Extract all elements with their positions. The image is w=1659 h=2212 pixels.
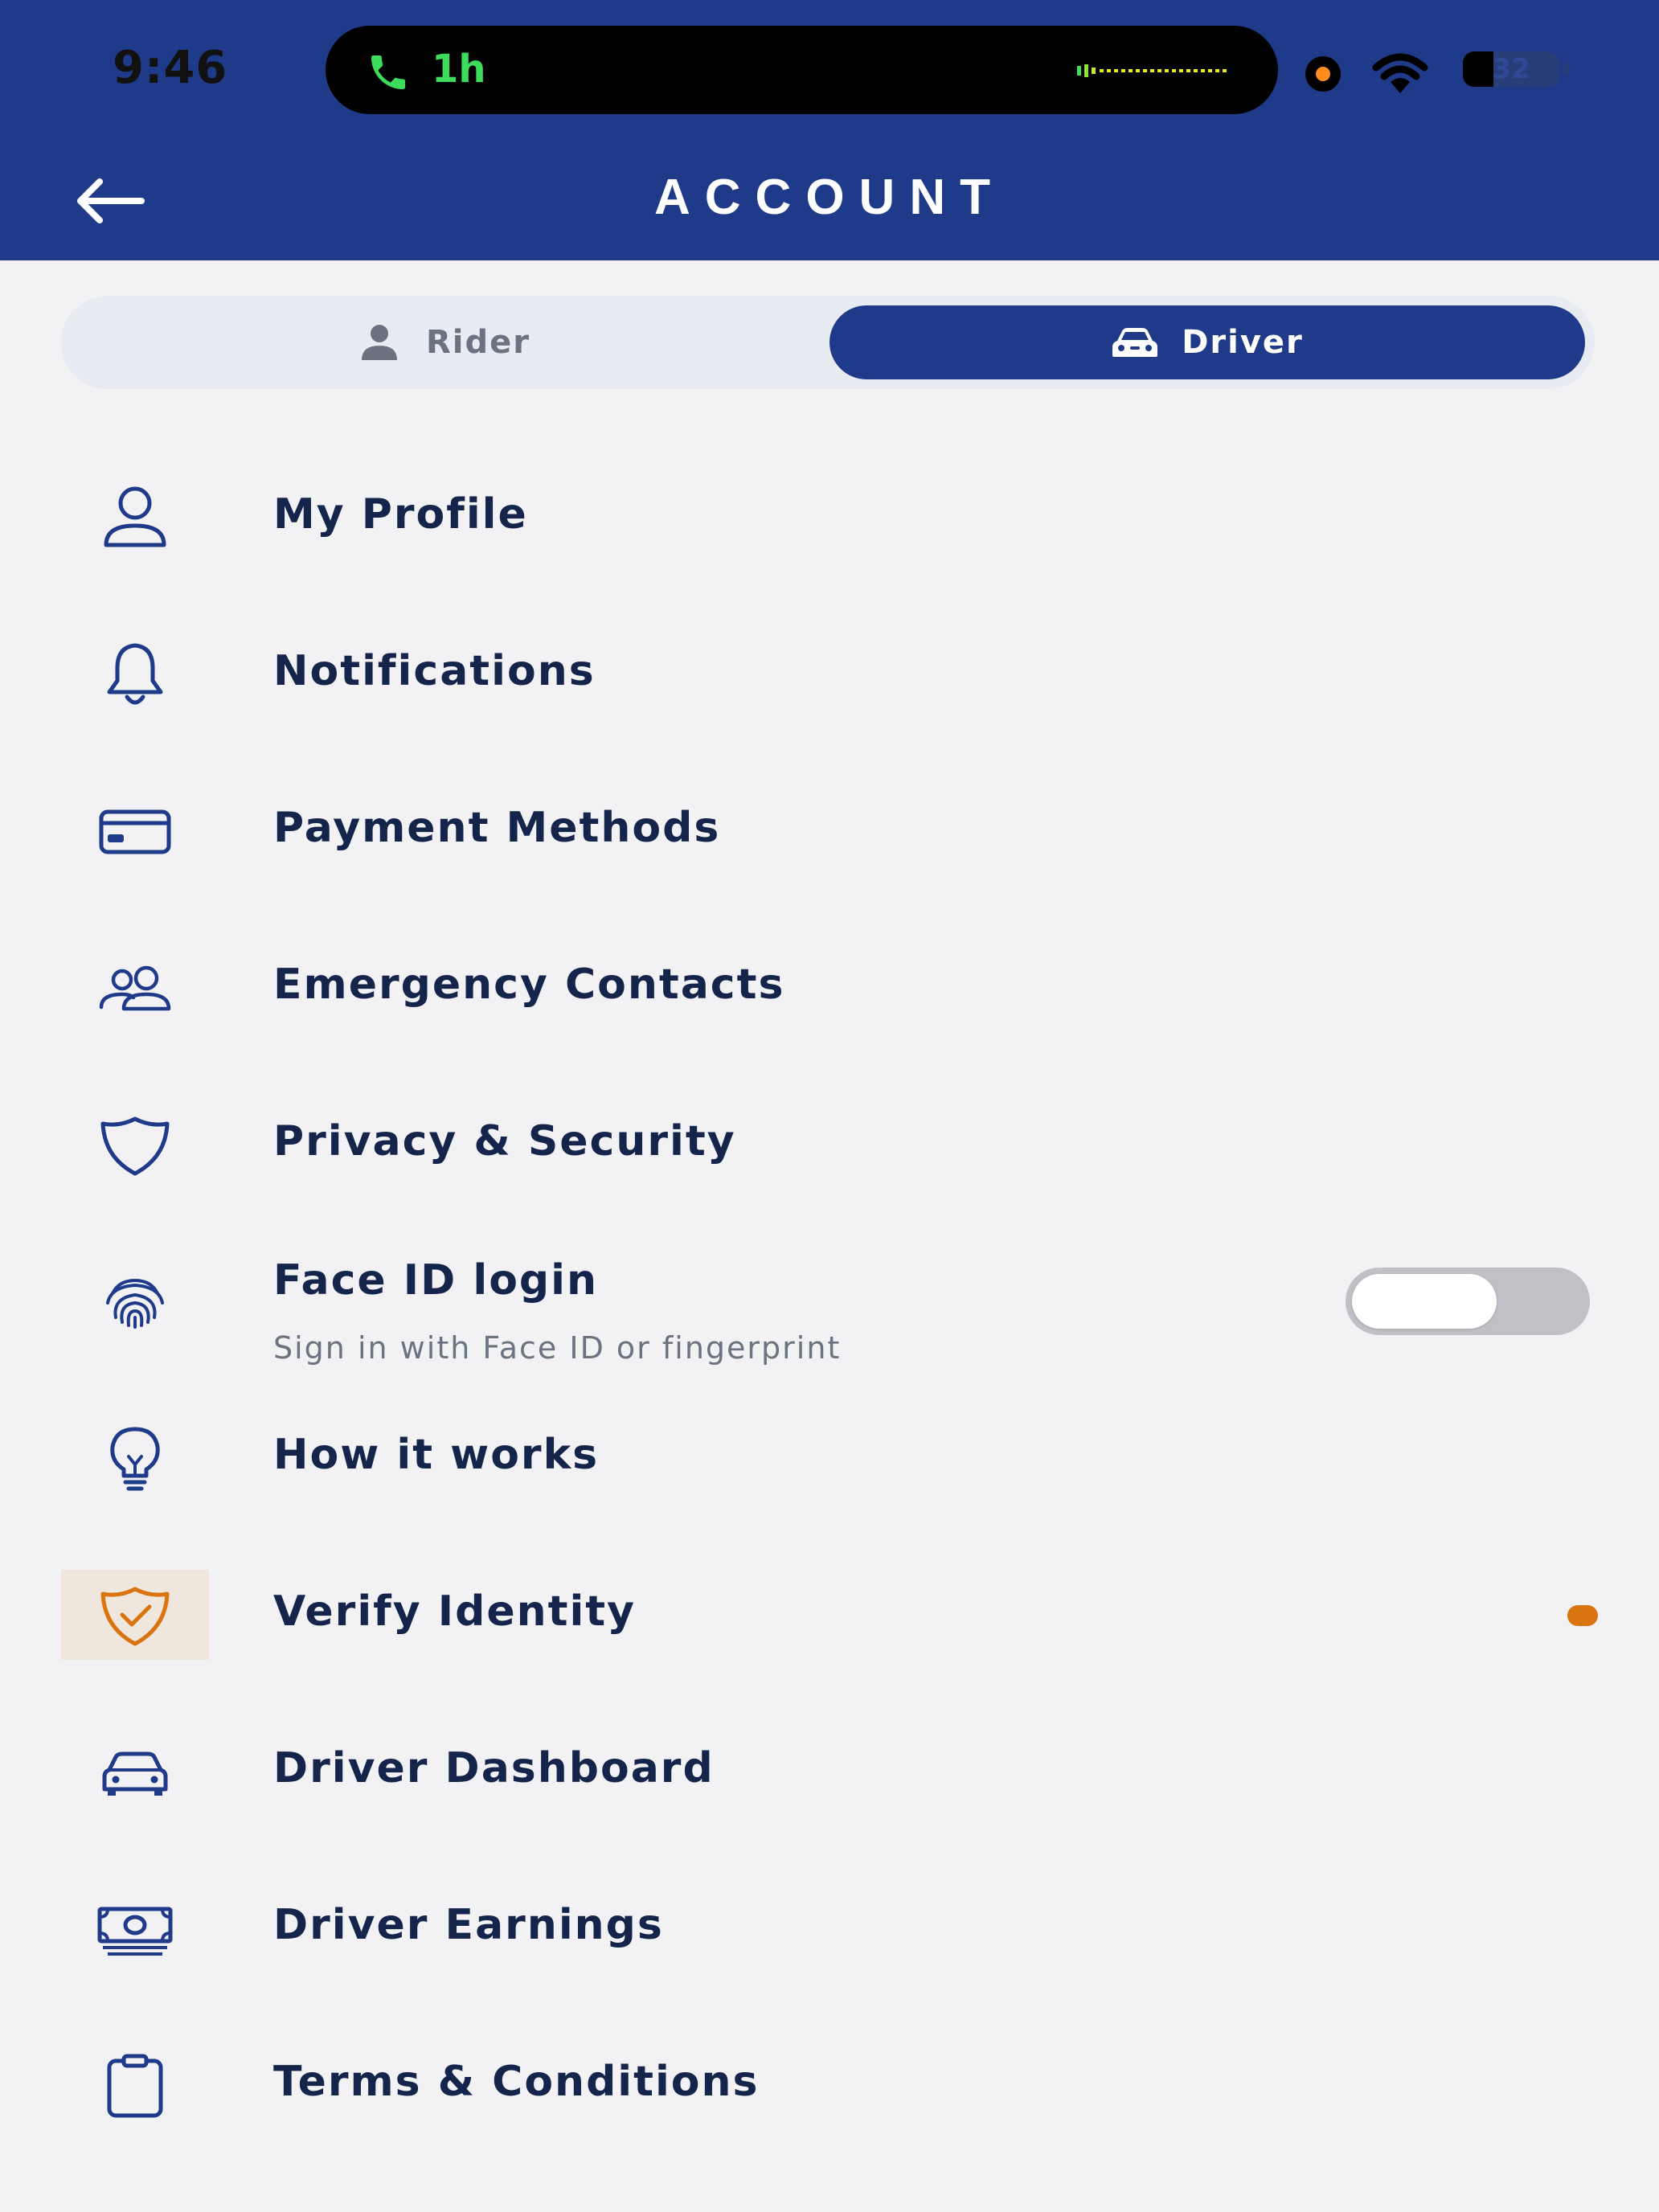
person-icon [362,325,397,360]
bell-icon [107,643,163,705]
car-icon [102,1751,168,1796]
role-segmented-control: Rider Driver [61,296,1595,389]
segment-driver[interactable]: Driver [830,305,1585,379]
menu-item-label: Verify Identity [273,1587,637,1636]
status-indicators: 32 [1302,45,1575,93]
menu-item-label: My Profile [273,490,528,539]
menu-item-label: Driver Earnings [273,1901,664,1949]
menu-item-driver-earnings[interactable]: Driver Earnings [61,1851,1598,1996]
menu-item-label: Notifications [273,647,596,695]
shield-icon [100,1116,170,1176]
menu-item-label: Driver Dashboard [273,1744,715,1792]
clipboard-icon [107,2054,163,2118]
menu-item-notifications[interactable]: Notifications [61,597,1598,742]
user-icon [104,486,166,547]
menu-item-privacy-security[interactable]: Privacy & Security [61,1067,1598,1212]
battery-icon: 32 [1463,48,1569,88]
menu-item-verify-identity[interactable]: Verify Identity [61,1538,1598,1682]
dynamic-island-call[interactable]: 1h [326,26,1278,114]
battery-level: 32 [1492,53,1530,85]
credit-card-icon [99,809,171,854]
audio-waveform-icon [1077,64,1227,77]
face-id-toggle[interactable] [1346,1268,1590,1335]
account-screen: 9:46 1h 32 ACCOUNT Rider Driver My Profi… [0,0,1659,2212]
menu-item-terms-conditions[interactable]: Terms & Conditions [61,2008,1598,2153]
menu-item-how-it-works[interactable]: How it works [61,1381,1598,1526]
cash-icon [97,1907,173,1956]
car-icon [1112,328,1158,357]
menu-item-emergency-contacts[interactable]: Emergency Contacts [61,911,1598,1055]
menu-item-label: Terms & Conditions [273,2058,760,2106]
shield-check-icon [100,1587,170,1646]
phone-icon [371,55,405,89]
menu-item-my-profile[interactable]: My Profile [61,440,1598,585]
menu-item-face-id-login: Face ID login Sign in with Face ID or fi… [61,1224,1598,1369]
menu-item-sublabel: Sign in with Face ID or fingerprint [273,1330,842,1366]
menu-item-label: Emergency Contacts [273,961,785,1009]
recording-indicator-icon [1305,56,1341,92]
page-title: ACCOUNT [654,170,1005,225]
users-icon [99,965,171,1011]
segment-driver-label: Driver [1182,324,1304,361]
lightbulb-icon [110,1427,160,1491]
app-header: 9:46 1h 32 ACCOUNT [0,0,1659,260]
call-duration: 1h [432,47,486,92]
menu-item-label: Privacy & Security [273,1117,736,1165]
status-time: 9:46 [113,42,228,94]
menu-item-label: How it works [273,1431,600,1479]
toggle-knob [1352,1274,1497,1329]
menu-item-driver-dashboard[interactable]: Driver Dashboard [61,1694,1598,1839]
menu-item-label: Payment Methods [273,804,721,852]
alert-dot-icon [1567,1605,1598,1626]
fingerprint-icon [106,1278,164,1329]
wifi-icon [1372,53,1428,93]
menu-item-label: Face ID login [273,1256,598,1305]
segment-rider-label: Rider [426,324,530,361]
menu-item-payment-methods[interactable]: Payment Methods [61,754,1598,899]
segment-rider[interactable]: Rider [61,305,825,379]
